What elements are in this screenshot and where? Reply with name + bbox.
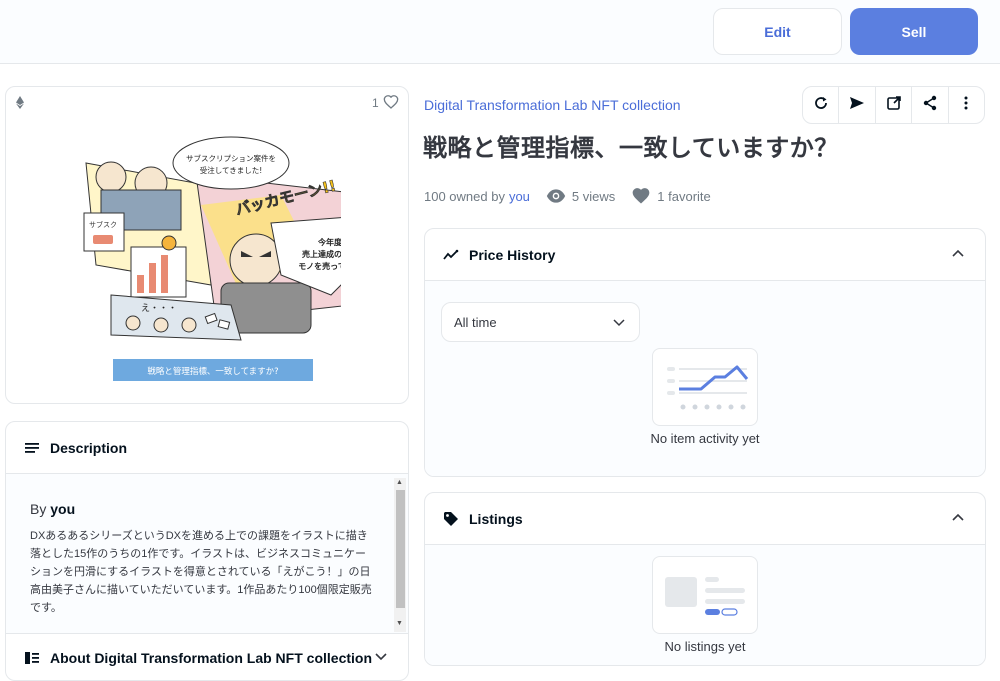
share-icon — [922, 95, 938, 116]
price-history-empty-text: No item activity yet — [650, 431, 760, 446]
listings-empty-text: No listings yet — [664, 639, 746, 654]
chevron-up-icon — [951, 247, 965, 261]
empty-listings-illustration — [652, 556, 758, 634]
external-link-icon — [886, 95, 902, 116]
send-icon — [849, 95, 865, 116]
description-text: DXあるあるシリーズというDXを進める上での課題をイラストに描き落とした15作の… — [30, 530, 372, 614]
more-vertical-icon — [958, 95, 974, 116]
eye-icon — [546, 189, 566, 203]
time-range-select[interactable]: All time — [441, 302, 640, 342]
art-bubble2-line2: 売上達成のために — [302, 249, 341, 259]
scrollbar-thumb[interactable] — [396, 490, 405, 608]
chevron-up-icon — [951, 511, 965, 525]
creator-link[interactable]: you — [50, 501, 75, 517]
created-by: By you — [30, 501, 75, 517]
art-bubble1-line1: サブスクリプション案件を — [186, 153, 276, 163]
art-murmur-text: え・・・ — [141, 303, 177, 314]
price-history-header[interactable]: Price History — [425, 229, 985, 281]
item-artwork: サブスク サブスクリプション案件を 受注してきました! バッカモーン!! 今年度… — [83, 136, 341, 381]
transfer-button[interactable] — [839, 87, 876, 123]
item-stats: 100 owned by you 5 views 1 favorite — [424, 186, 711, 206]
edit-button[interactable]: Edit — [713, 8, 842, 55]
listings-header[interactable]: Listings — [425, 493, 985, 545]
by-prefix: By — [30, 501, 47, 517]
about-collection-title: About Digital Transformation Lab NFT col… — [50, 650, 373, 666]
listings-panel: Listings No listings yet — [424, 492, 986, 666]
price-history-title: Price History — [469, 246, 556, 263]
item-toolbar — [802, 86, 985, 124]
favorite-count: 1 — [372, 96, 379, 110]
description-title: Description — [50, 439, 128, 456]
art-bubble2-line3: モノを売ってこーい — [298, 261, 341, 271]
top-action-bar: Edit Sell — [0, 0, 1000, 64]
list-lines-icon — [24, 440, 40, 456]
about-collection-header[interactable]: About Digital Transformation Lab NFT col… — [6, 635, 408, 680]
description-panel: Description By you DXあるあるシリーズというDXを進める上で… — [5, 421, 409, 681]
scroll-down-arrow-icon[interactable]: ▼ — [396, 620, 403, 627]
views-stat: 5 views — [546, 186, 615, 206]
favorites-count: 1 favorite — [657, 188, 711, 204]
refresh-button[interactable] — [803, 87, 840, 123]
favorite-heart-icon[interactable] — [383, 94, 399, 110]
views-count: 5 views — [571, 188, 616, 204]
tag-icon — [443, 511, 459, 527]
trending-line-icon — [443, 247, 459, 263]
art-bubble1-line2: 受注してきました! — [200, 165, 263, 175]
sell-button[interactable]: Sell — [850, 8, 978, 55]
price-history-body: All time No item activity yet — [425, 281, 985, 476]
collection-link[interactable]: Digital Transformation Lab NFT collectio… — [424, 97, 681, 113]
open-external-button[interactable] — [876, 87, 913, 123]
time-range-value: All time — [454, 314, 497, 330]
description-header[interactable]: Description — [6, 422, 408, 474]
art-sign-text: サブスク — [89, 220, 117, 229]
art-caption: 戦略と管理指標、一致してますか? — [147, 366, 278, 377]
item-title: 戦略と管理指標、一致していますか？ — [423, 134, 839, 162]
price-history-panel: Price History All time No item activity … — [424, 228, 986, 477]
ethereum-icon — [16, 96, 24, 112]
listings-body: No listings yet — [425, 545, 985, 665]
owner-link[interactable]: you — [509, 189, 530, 204]
more-options-button[interactable] — [949, 87, 984, 123]
item-media-card: 1 サブスク サブスクリプション案件を 受注してきました! バッカモーン!! 今… — [5, 86, 409, 404]
chevron-down-icon — [613, 316, 625, 328]
chevron-down-icon — [374, 649, 388, 663]
collection-details-icon — [24, 650, 40, 666]
description-body: By you DXあるあるシリーズというDXを進める上での課題をイラストに描き落… — [6, 474, 408, 634]
heart-icon — [632, 188, 650, 204]
favorites-stat: 1 favorite — [631, 186, 711, 206]
art-bubble2-line1: 今年度の — [317, 237, 341, 247]
scroll-up-arrow-icon[interactable]: ▲ — [396, 479, 403, 486]
empty-chart-illustration — [652, 348, 758, 426]
owned-count: 100 owned by — [424, 188, 505, 204]
share-button[interactable] — [912, 87, 949, 123]
listings-title: Listings — [469, 510, 523, 527]
refresh-icon — [813, 95, 829, 116]
